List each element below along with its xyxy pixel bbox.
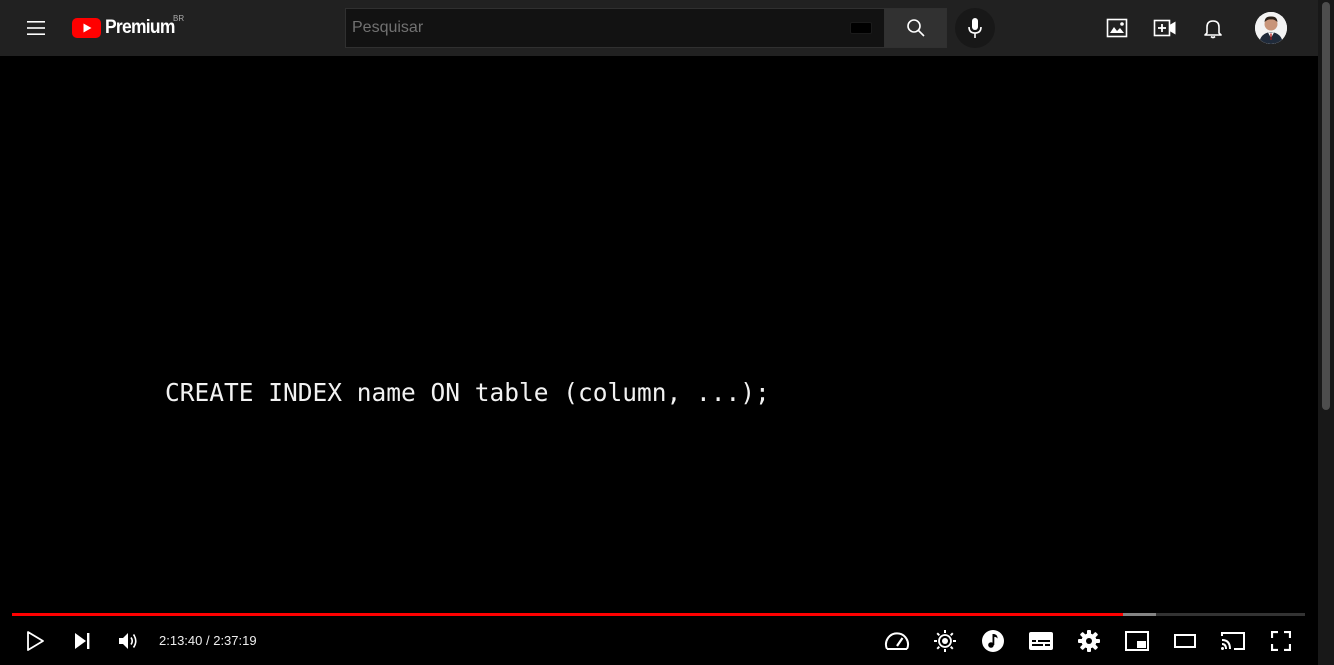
create-button[interactable] (1145, 8, 1185, 48)
country-code: BR (173, 14, 185, 23)
volume-button[interactable] (112, 624, 146, 658)
video-player[interactable]: CREATE INDEX name ON table (column, ...)… (0, 56, 1318, 665)
miniplayer-icon (1125, 631, 1149, 651)
masthead: Premium BR (0, 0, 1318, 56)
voice-search-button[interactable] (955, 8, 995, 48)
search-box (345, 8, 884, 48)
play-button[interactable] (18, 624, 52, 658)
mic-icon (968, 18, 982, 38)
cast-icon (1221, 632, 1245, 650)
settings-button[interactable] (1072, 624, 1106, 658)
settings-icon (1078, 630, 1100, 652)
time-display: 2:13:40 / 2:37:19 (159, 633, 257, 648)
next-button[interactable] (65, 624, 99, 658)
current-time: 2:13:40 (159, 633, 203, 648)
notifications-icon (1204, 19, 1222, 38)
avatar-image (1255, 12, 1287, 44)
fullscreen-icon (1271, 631, 1291, 651)
music-icon (982, 630, 1004, 652)
theater-icon (1174, 634, 1196, 648)
logo-text: Premium (105, 17, 175, 38)
miniplayer-button[interactable] (1120, 624, 1154, 658)
search-icon (906, 19, 925, 37)
search-button[interactable] (884, 8, 947, 48)
subtitles-button[interactable] (1024, 624, 1058, 658)
menu-button[interactable] (16, 8, 56, 48)
ambient-icon (934, 630, 956, 652)
page-scrollbar-thumb[interactable] (1322, 2, 1330, 410)
create-icon (1153, 19, 1176, 37)
speed-icon (885, 632, 909, 650)
youtube-logo-icon (72, 18, 101, 38)
avatar[interactable] (1255, 12, 1287, 44)
volume-icon (119, 633, 137, 649)
duration: 2:37:19 (213, 633, 257, 648)
video-frame-text: CREATE INDEX name ON table (column, ...)… (165, 378, 770, 407)
time-separator: / (202, 633, 214, 648)
subtitles-icon (1029, 632, 1053, 650)
ambient-mode-button[interactable] (928, 624, 962, 658)
menu-icon (27, 21, 45, 35)
notifications-button[interactable] (1193, 8, 1233, 48)
next-icon (75, 633, 90, 649)
image-icon (1106, 18, 1128, 38)
progress-bar[interactable] (12, 613, 1305, 616)
play-icon (27, 631, 44, 651)
fullscreen-button[interactable] (1264, 624, 1298, 658)
keyboard-icon[interactable] (850, 22, 872, 34)
theater-mode-button[interactable] (1168, 624, 1202, 658)
cast-button[interactable] (1216, 624, 1250, 658)
search-input[interactable] (352, 9, 842, 47)
music-button[interactable] (976, 624, 1010, 658)
progress-played (12, 613, 1123, 616)
playback-speed-button[interactable] (880, 624, 914, 658)
image-button[interactable] (1097, 8, 1137, 48)
youtube-premium-logo[interactable]: Premium (72, 16, 181, 40)
